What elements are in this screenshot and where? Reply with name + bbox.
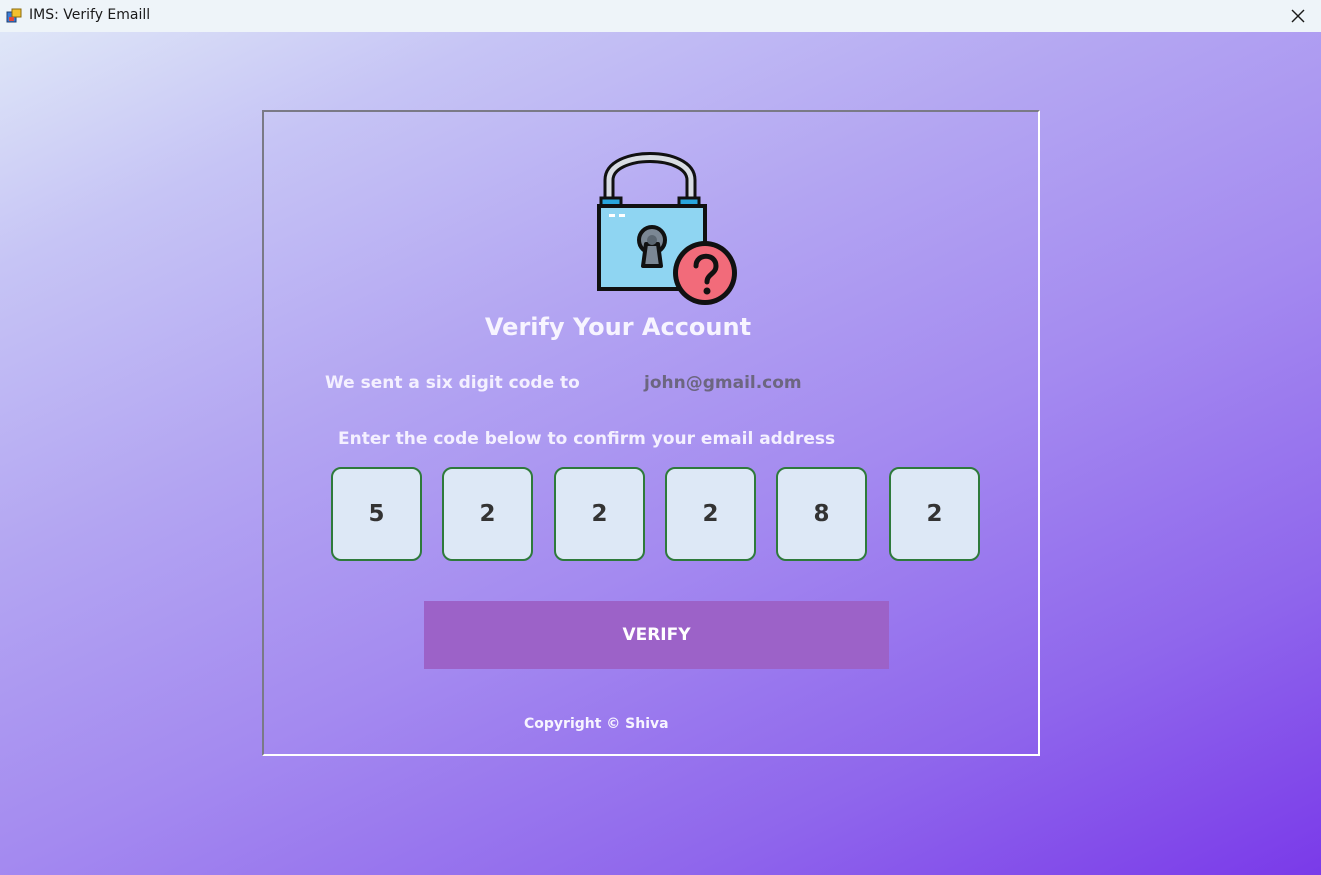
code-digit-2[interactable]: 2 [442,467,533,561]
app-icon [6,8,22,24]
code-digit-1[interactable]: 5 [331,467,422,561]
close-button[interactable] [1275,0,1321,32]
page-title: Verify Your Account [484,313,752,341]
window-title: IMS: Verify Emaill [29,7,151,23]
code-digit-3[interactable]: 2 [554,467,645,561]
code-digit-6[interactable]: 2 [889,467,980,561]
verify-button[interactable]: VERIFY [424,601,889,669]
title-bar: IMS: Verify Emaill [0,0,1321,32]
sent-code-label: We sent a six digit code to [325,373,580,393]
copyright-text: Copyright © Shiva [524,716,669,732]
instruction-label: Enter the code below to confirm your ema… [338,429,836,449]
verify-email-window: IMS: Verify Emaill Verify Your Account W… [0,0,1321,875]
email-address: john@gmail.com [644,373,802,393]
close-icon [1291,9,1305,23]
code-digit-5[interactable]: 8 [776,467,867,561]
code-digit-4[interactable]: 2 [665,467,756,561]
lock-question-icon [595,140,743,305]
